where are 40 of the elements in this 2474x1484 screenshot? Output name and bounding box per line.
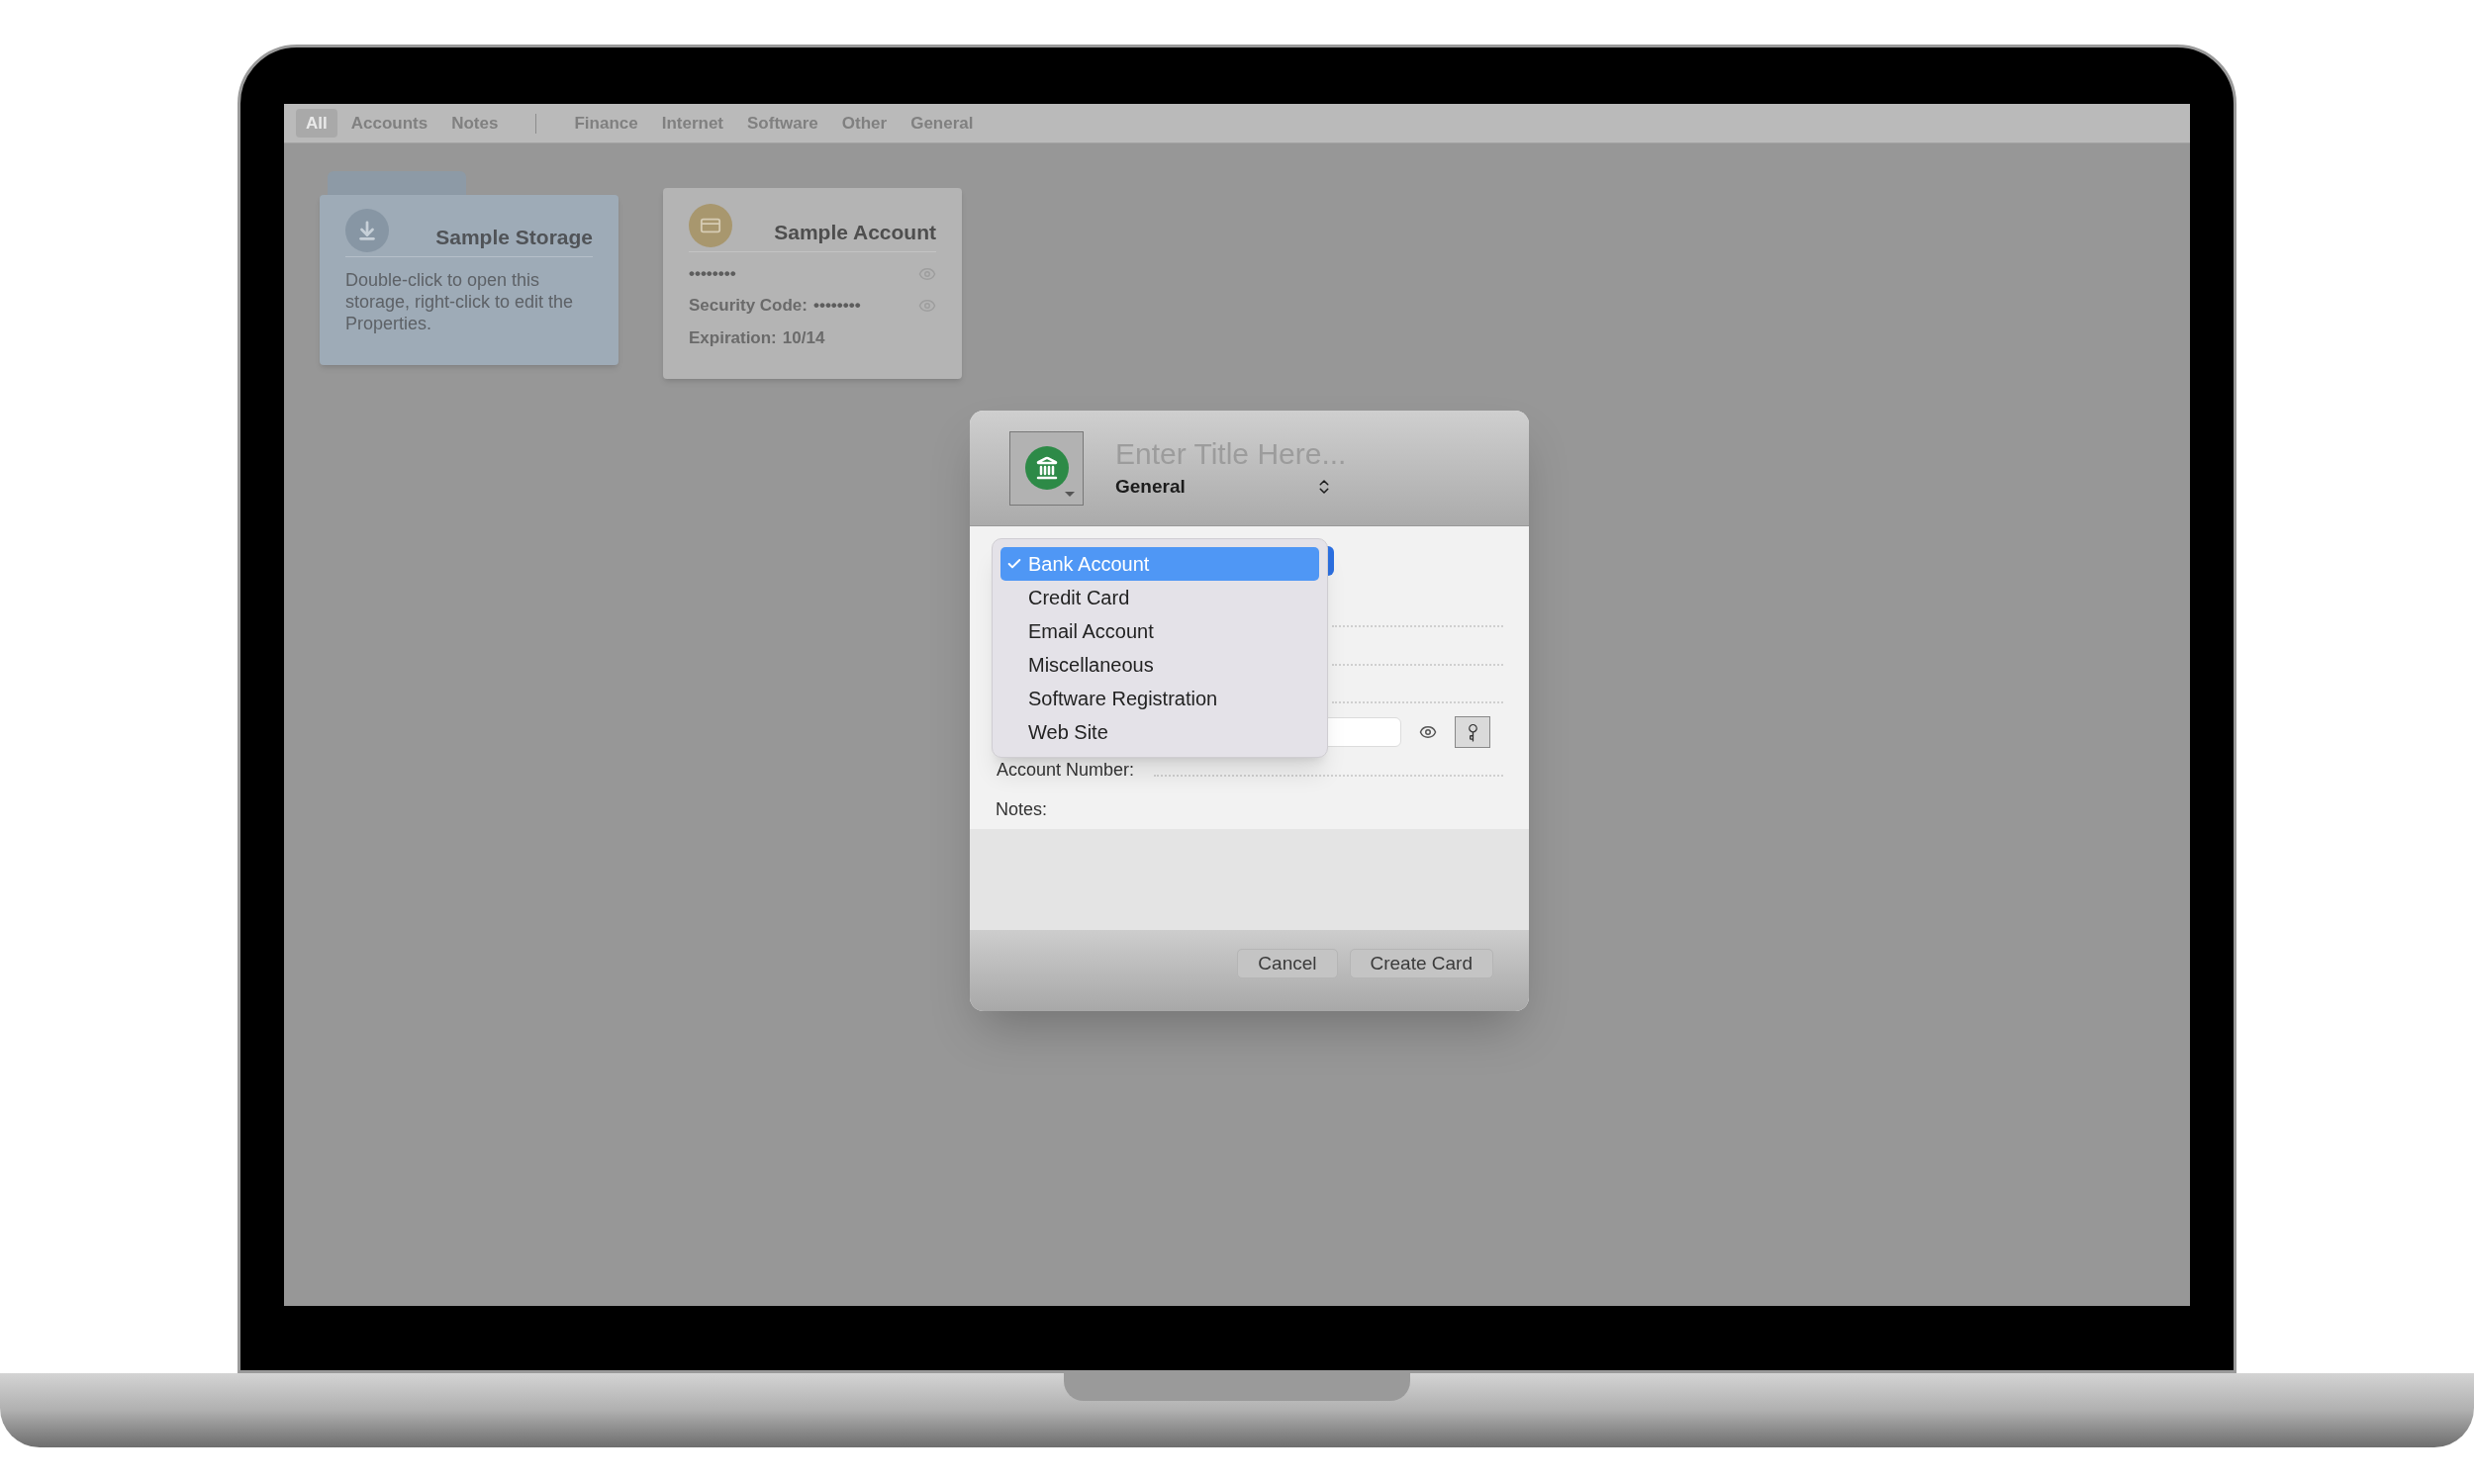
filter-tab[interactable]: Accounts: [340, 108, 438, 139]
group-select[interactable]: General: [1115, 472, 1333, 502]
dialog-button[interactable]: Cancel: [1237, 949, 1338, 978]
field-line[interactable]: [1332, 701, 1503, 704]
filter-tab[interactable]: Notes: [441, 108, 509, 139]
eye-icon[interactable]: [1419, 723, 1437, 741]
field-line[interactable]: [1154, 774, 1503, 777]
password-value: ••••••••: [689, 263, 736, 286]
card-description: Double-click to open this storage, right-click to edit the Properties.: [345, 269, 575, 334]
card-icon: [689, 204, 732, 247]
filter-tab[interactable]: Software: [737, 108, 828, 139]
dialog-button[interactable]: Create Card: [1349, 949, 1493, 978]
icon-picker-button[interactable]: [1009, 430, 1084, 506]
field-label: Notes:: [996, 797, 1048, 821]
filter-tab[interactable]: Finance: [564, 108, 648, 139]
menu-item[interactable]: Software Registration: [1000, 682, 1319, 715]
filter-tab[interactable]: All: [296, 108, 337, 139]
bank-icon: [1024, 446, 1069, 490]
field-label: Account Number:: [996, 759, 1135, 783]
filter-tab[interactable]: General: [901, 108, 984, 139]
menu-item[interactable]: Miscellaneous: [1000, 648, 1319, 682]
menu-item[interactable]: Credit Card: [1000, 581, 1319, 614]
filter-tab[interactable]: Other: [831, 108, 898, 139]
menu-item[interactable]: Bank Account: [1000, 547, 1319, 581]
card-title: Sample Account: [774, 219, 936, 245]
key-button[interactable]: [1455, 716, 1490, 748]
filter-tab[interactable]: Internet: [651, 108, 734, 139]
menu-item[interactable]: Web Site: [1000, 715, 1319, 749]
caret-icon: [1065, 491, 1075, 497]
menu-item[interactable]: Email Account: [1000, 614, 1319, 648]
field-line[interactable]: [1332, 663, 1503, 666]
field-line[interactable]: [1332, 625, 1503, 628]
notes-field[interactable]: [970, 829, 1529, 930]
field-value: 10/14: [782, 327, 825, 349]
field-value: ••••••••: [813, 295, 861, 318]
storage-card[interactable]: Sample Storage Double-click to open this storage, right-click to edit the Properties.: [320, 195, 618, 365]
field-label: Expiration:: [689, 327, 777, 349]
field-label: Security Code:: [689, 295, 808, 318]
card-title: Sample Storage: [435, 224, 593, 250]
download-icon: [345, 209, 389, 252]
